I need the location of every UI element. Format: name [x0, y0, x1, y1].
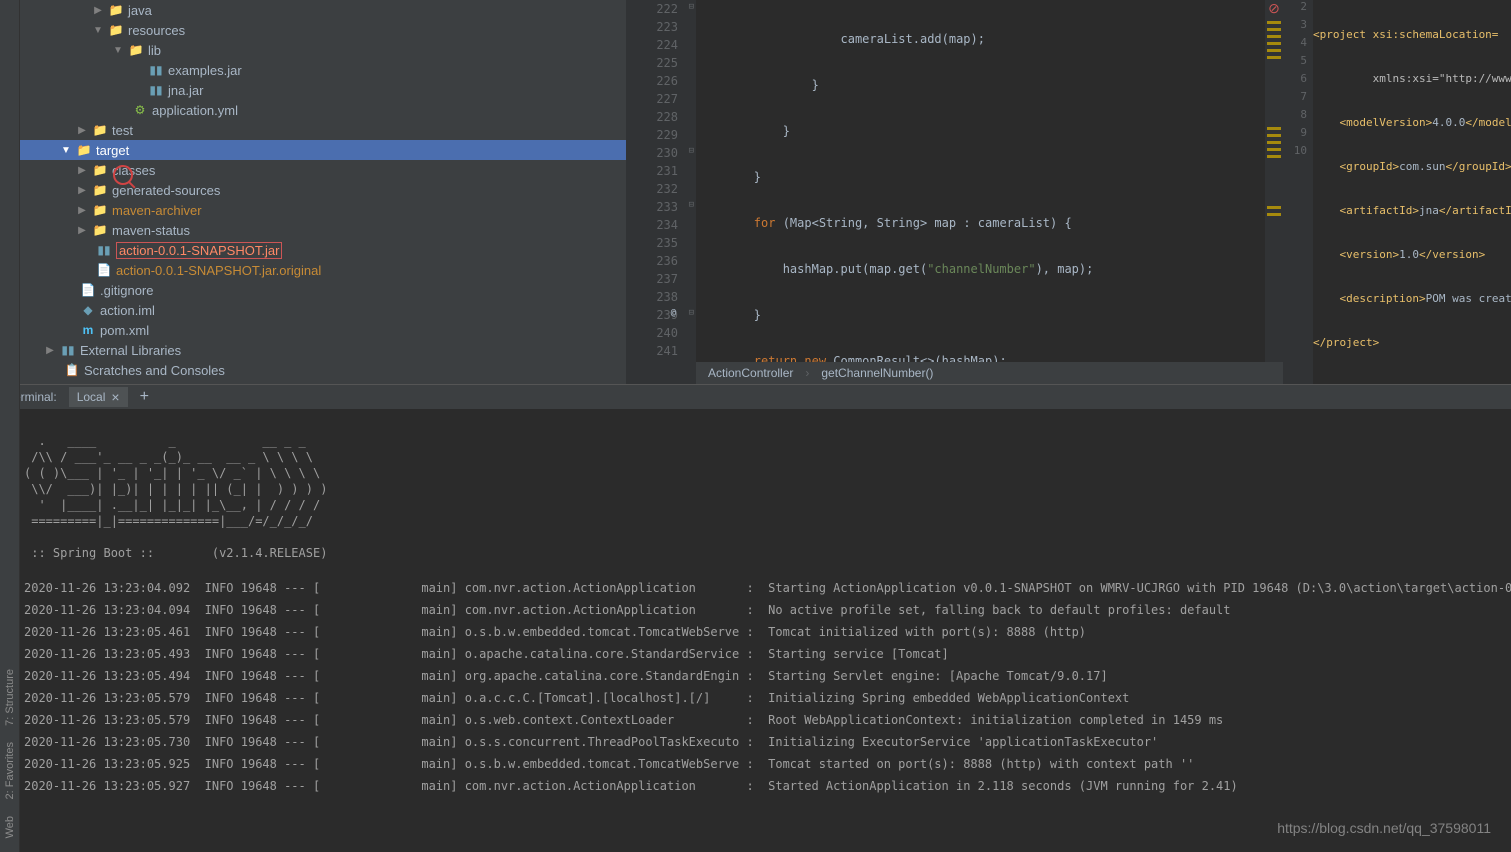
folder-icon: 📁 — [92, 222, 108, 238]
tree-gitignore[interactable]: 📄.gitignore — [20, 280, 626, 300]
terminal-tab-local[interactable]: Local × — [69, 387, 128, 407]
left-toolbar — [0, 0, 20, 384]
log-line: 2020-11-26 13:23:04.092 INFO 19648 --- [… — [24, 577, 1507, 599]
tree-target[interactable]: ▼📁target — [20, 140, 626, 160]
close-icon[interactable]: × — [111, 389, 119, 405]
tree-maven-archiver[interactable]: ▶📁maven-archiver — [20, 200, 626, 220]
tree-java[interactable]: ▶📁java — [20, 0, 626, 20]
terminal-panel: Terminal: Local × + . ____ _ __ _ _ /\\ … — [0, 384, 1511, 852]
tab-favorites[interactable]: 2: Favorites — [2, 736, 18, 805]
left-tool-tabs: 7: Structure 2: Favorites Web — [0, 384, 20, 852]
tree-action-jar[interactable]: ▮▮action-0.0.1-SNAPSHOT.jar — [20, 240, 626, 260]
tree-test[interactable]: ▶📁test — [20, 120, 626, 140]
tree-maven-status[interactable]: ▶📁maven-status — [20, 220, 626, 240]
jar-icon: ▮▮ — [148, 62, 164, 78]
main-editor[interactable]: 222⊟ 223 224 225 226 227 228 229 230⊟ 23… — [626, 0, 1283, 384]
folder-icon: 📁 — [92, 202, 108, 218]
log-line: 2020-11-26 13:23:05.730 INFO 19648 --- [… — [24, 731, 1507, 753]
secondary-editor[interactable]: 2 3 4 5 6 7 8 9 10 <project xsi:schemaLo… — [1283, 0, 1511, 384]
log-line: 2020-11-26 13:23:05.579 INFO 19648 --- [… — [24, 709, 1507, 731]
tree-examples-jar[interactable]: ▮▮examples.jar — [20, 60, 626, 80]
tree-classes[interactable]: ▶📁classes — [20, 160, 626, 180]
code-content[interactable]: cameraList.add(map); } } } for (Map<Stri… — [696, 0, 1265, 384]
log-line: 2020-11-26 13:23:05.494 INFO 19648 --- [… — [24, 665, 1507, 687]
add-terminal-button[interactable]: + — [140, 388, 149, 406]
chevron-right-icon: › — [805, 366, 809, 380]
tab-web[interactable]: Web — [2, 810, 18, 844]
maven-icon: m — [80, 322, 96, 338]
log-line: 2020-11-26 13:23:05.925 INFO 19648 --- [… — [24, 753, 1507, 775]
tree-generated-sources[interactable]: ▶📁generated-sources — [20, 180, 626, 200]
folder-icon: 📁 — [108, 22, 124, 38]
error-indicator-icon: ⊘ — [1265, 0, 1283, 17]
editor-minimap[interactable]: ⊘ — [1265, 0, 1283, 384]
log-line: 2020-11-26 13:23:05.461 INFO 19648 --- [… — [24, 621, 1507, 643]
tree-application-yml[interactable]: ⚙application.yml — [20, 100, 626, 120]
log-line: 2020-11-26 13:23:05.927 INFO 19648 --- [… — [24, 775, 1507, 797]
folder-icon: 📁 — [92, 162, 108, 178]
editor-breadcrumb[interactable]: ActionController › getChannelNumber() — [696, 362, 1283, 384]
tree-jna-jar[interactable]: ▮▮jna.jar — [20, 80, 626, 100]
terminal-output[interactable]: . ____ _ __ _ _ /\\ / ___'_ __ _ _(_)_ _… — [0, 409, 1511, 833]
folder-icon: 📁 — [128, 42, 144, 58]
breadcrumb-class[interactable]: ActionController — [708, 366, 793, 380]
folder-icon: 📁 — [92, 122, 108, 138]
breadcrumb-method[interactable]: getChannelNumber() — [821, 366, 933, 380]
log-line: 2020-11-26 13:23:05.493 INFO 19648 --- [… — [24, 643, 1507, 665]
jar-icon: ▮▮ — [148, 82, 164, 98]
tree-resources[interactable]: ▼📁resources — [20, 20, 626, 40]
tree-pom-xml[interactable]: mpom.xml — [20, 320, 626, 340]
tab-structure[interactable]: 7: Structure — [2, 663, 18, 732]
jar-icon: ▮▮ — [96, 242, 112, 258]
log-line: 2020-11-26 13:23:04.094 INFO 19648 --- [… — [24, 599, 1507, 621]
project-tree[interactable]: ▶📁java ▼📁resources ▼📁lib ▮▮examples.jar … — [20, 0, 626, 384]
file-icon: 📄 — [96, 262, 112, 278]
folder-icon: 📁 — [108, 2, 124, 18]
right-gutter: 2 3 4 5 6 7 8 9 10 — [1283, 0, 1313, 384]
folder-icon: 📁 — [92, 182, 108, 198]
tree-action-jar-original[interactable]: 📄action-0.0.1-SNAPSHOT.jar.original — [20, 260, 626, 280]
scratch-icon: 📋 — [64, 362, 80, 378]
library-icon: ▮▮ — [60, 342, 76, 358]
yml-icon: ⚙ — [132, 102, 148, 118]
iml-icon: ◆ — [80, 302, 96, 318]
file-icon: 📄 — [80, 282, 96, 298]
xml-content[interactable]: <project xsi:schemaLocation= xmlns:xsi="… — [1313, 0, 1511, 384]
tree-external-libs[interactable]: ▶▮▮External Libraries — [20, 340, 626, 360]
log-line: 2020-11-26 13:23:05.579 INFO 19648 --- [… — [24, 687, 1507, 709]
editor-gutter: 222⊟ 223 224 225 226 227 228 229 230⊟ 23… — [626, 0, 696, 384]
tree-scratches[interactable]: 📋Scratches and Consoles — [20, 360, 626, 380]
tree-lib[interactable]: ▼📁lib — [20, 40, 626, 60]
tree-action-iml[interactable]: ◆action.iml — [20, 300, 626, 320]
watermark: https://blog.csdn.net/qq_37598011 — [1277, 820, 1491, 836]
folder-icon: 📁 — [76, 142, 92, 158]
terminal-tabs: Terminal: Local × + — [0, 385, 1511, 409]
